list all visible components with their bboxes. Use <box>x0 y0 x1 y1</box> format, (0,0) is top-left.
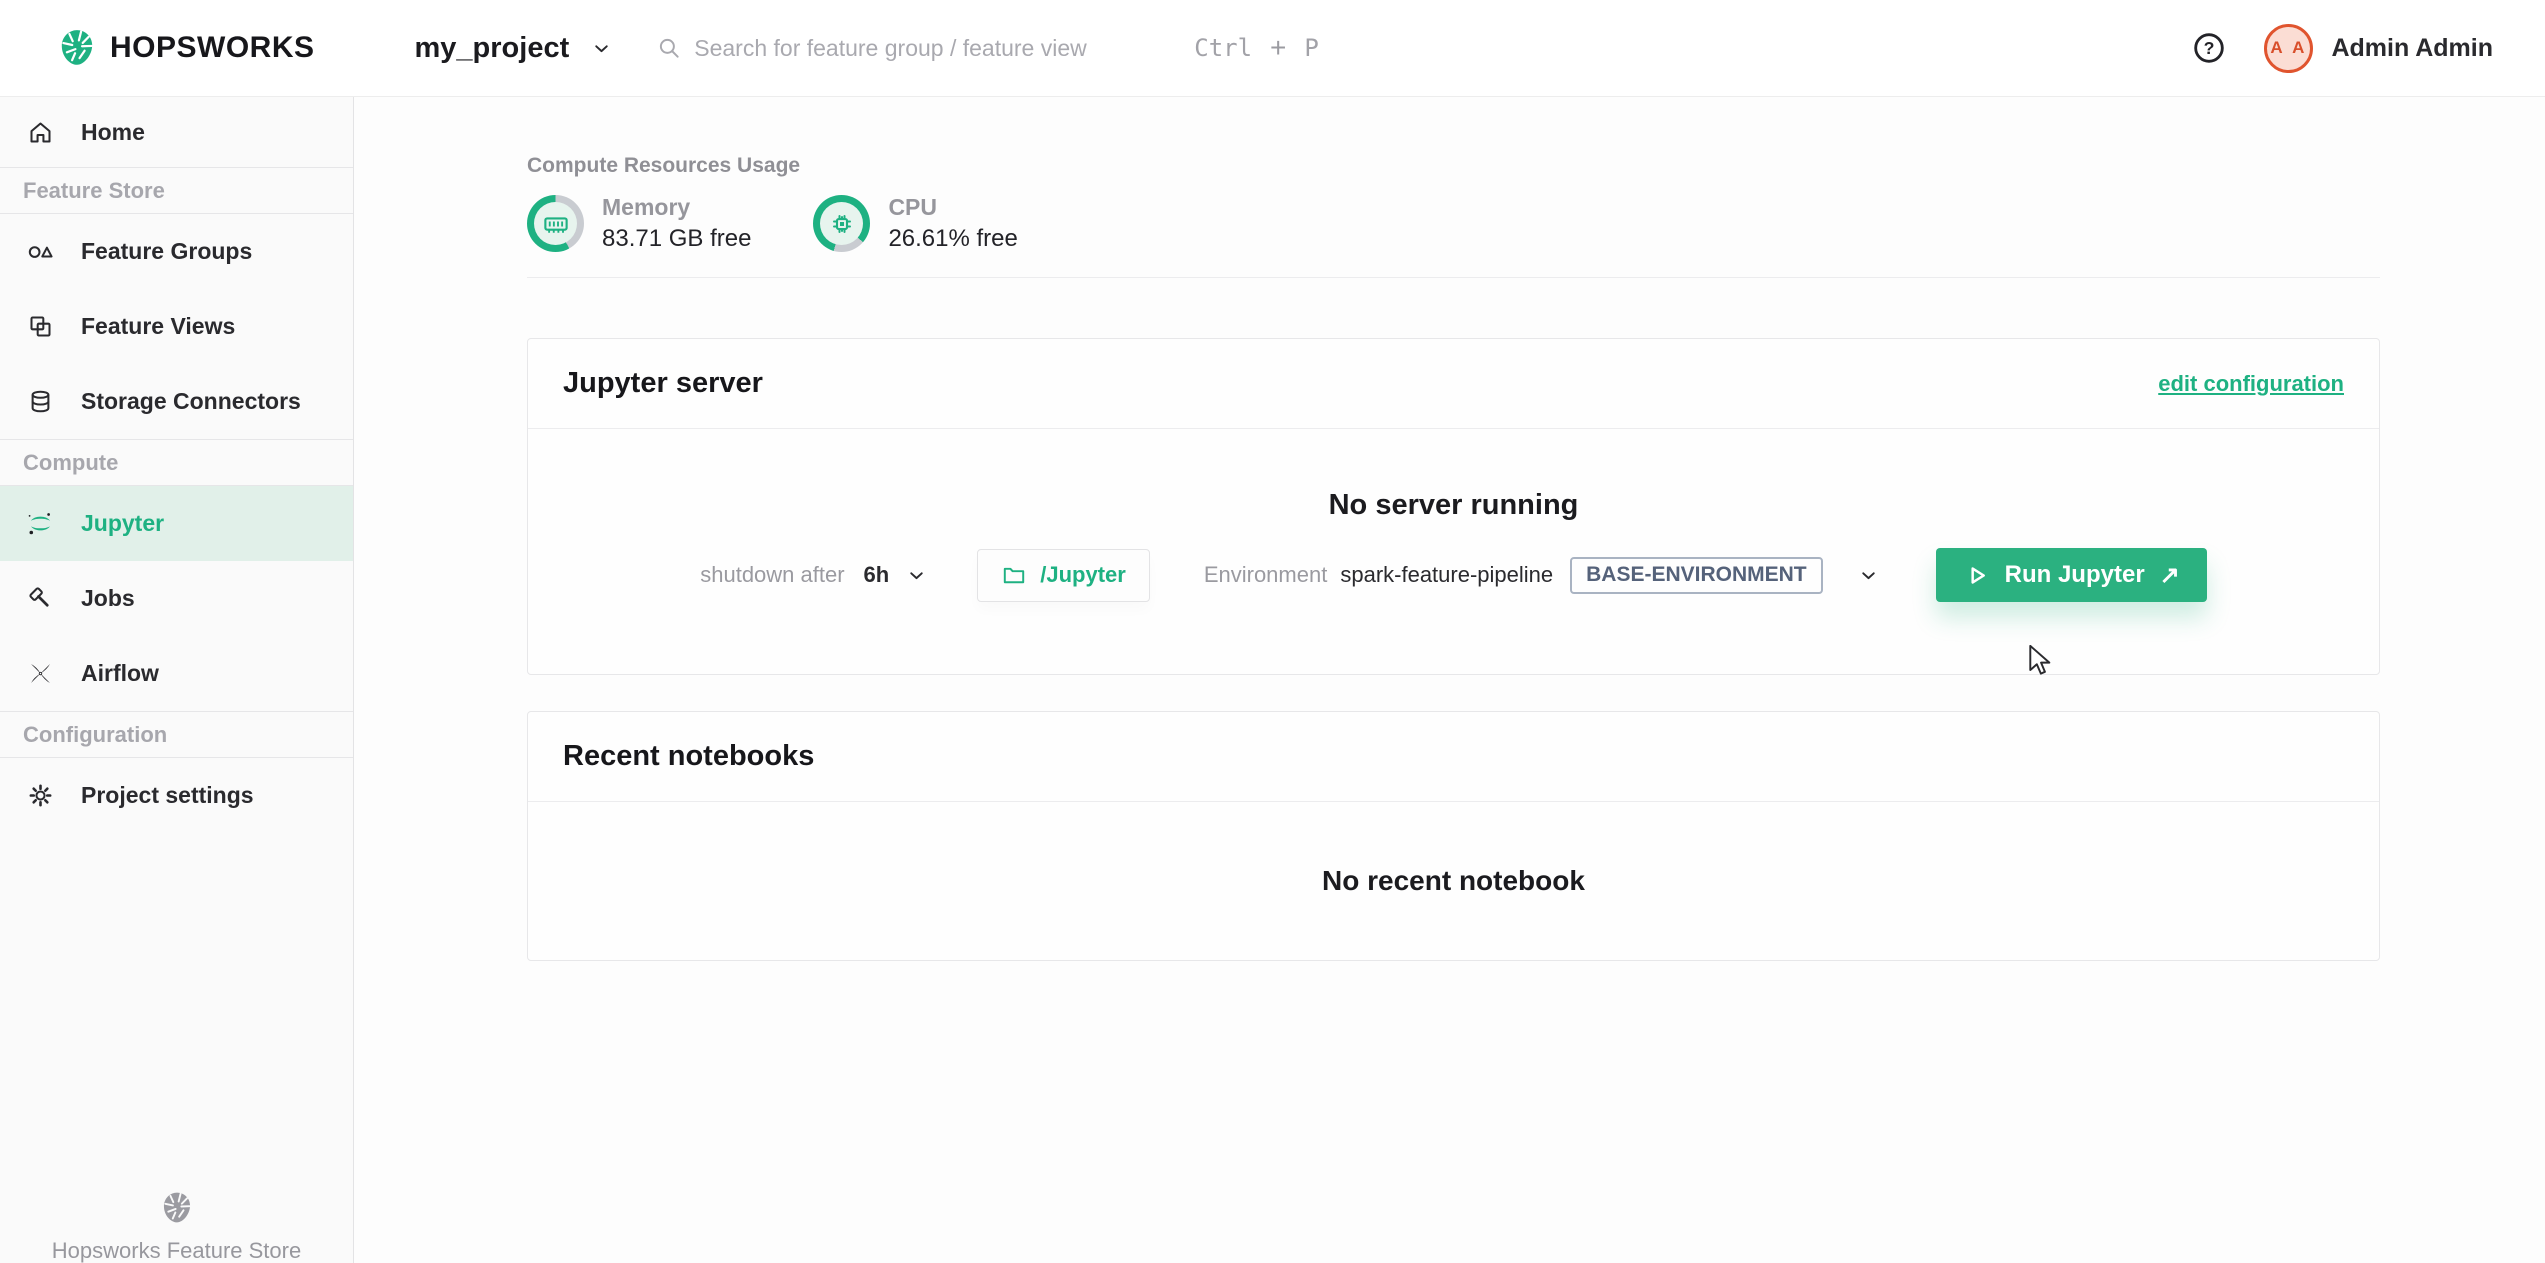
help-icon[interactable]: ? <box>2192 31 2226 65</box>
memory-icon <box>543 216 568 233</box>
topbar-right: ? A A Admin Admin <box>2192 23 2493 73</box>
footer-product-name: Hopsworks Feature Store <box>51 1238 302 1263</box>
external-arrow-icon: ↗ <box>2159 561 2180 589</box>
cpu-icon <box>832 214 851 233</box>
environment-chevron-icon[interactable] <box>1858 565 1879 586</box>
feature-views-icon <box>30 316 51 337</box>
sidebar-footer: Hopsworks Feature Store 4.0.0-SNAPSHOT <box>0 1191 353 1263</box>
environment-badge[interactable]: BASE-ENVIRONMENT <box>1570 556 1823 594</box>
sidebar-item-label: Home <box>81 118 145 145</box>
topbar: HOPSWORKS my_project Ctrl + P ? A A Admi… <box>0 0 2545 97</box>
memory-value: 83.71 GB free <box>602 225 752 252</box>
project-selector[interactable]: my_project <box>415 32 613 65</box>
home-icon <box>30 121 51 143</box>
sidebar-item-label: Jupyter <box>81 510 165 536</box>
svg-text:?: ? <box>2204 38 2215 58</box>
cpu-usage-ring <box>813 195 871 252</box>
shutdown-chevron-icon[interactable] <box>906 565 927 586</box>
run-jupyter-button[interactable]: Run Jupyter ↗ <box>1935 548 2207 602</box>
jupyter-controls: shutdown after 6h /Jupyter Environment s… <box>528 548 2379 602</box>
search-icon <box>660 38 679 58</box>
jobs-icon <box>29 587 49 607</box>
shutdown-value[interactable]: 6h <box>864 562 890 588</box>
jupyter-card-title: Jupyter server <box>563 367 763 399</box>
chevron-down-icon <box>595 44 608 52</box>
avatar-initials: A A <box>2270 38 2308 57</box>
play-icon <box>1971 566 1985 584</box>
airflow-icon <box>31 664 50 683</box>
jupyter-icon <box>28 513 50 535</box>
main-content: Compute Resources Usage Memory 83.71 GB … <box>354 97 2545 1263</box>
sidebar-section-compute: Compute <box>0 439 353 486</box>
server-status: No server running <box>1328 489 1579 521</box>
cpu-stat: CPU 26.61% free <box>813 194 1018 253</box>
sidebar-item-jupyter[interactable]: Jupyter <box>0 486 353 561</box>
folder-icon <box>1004 567 1025 584</box>
sidebar-item-label: Storage Connectors <box>81 388 301 414</box>
run-jupyter-label: Run Jupyter <box>2004 561 2145 588</box>
resources-title: Compute Resources Usage <box>527 154 801 177</box>
section-label: Configuration <box>23 721 168 747</box>
environment-value: spark-feature-pipeline <box>1340 562 1554 587</box>
resources-divider <box>527 277 2380 278</box>
project-name: my_project <box>414 31 570 64</box>
brand-text: HOPSWORKS <box>110 31 315 64</box>
memory-usage-ring <box>527 195 584 252</box>
sidebar-item-home[interactable]: Home <box>0 97 353 167</box>
section-label: Compute <box>23 449 119 475</box>
jupyter-card-body: No server running shutdown after 6h /Jup… <box>528 429 2379 674</box>
sidebar-item-label: Feature Views <box>81 313 236 339</box>
notebooks-card-title: Recent notebooks <box>563 740 815 772</box>
memory-label: Memory <box>602 194 691 220</box>
notebooks-card-header: Recent notebooks <box>528 712 2379 802</box>
notebooks-empty-message: No recent notebook <box>1322 865 1585 896</box>
environment-label: Environment <box>1203 562 1328 587</box>
sidebar-item-label: Feature Groups <box>81 238 253 264</box>
sidebar-item-label: Jobs <box>81 585 135 611</box>
sidebar-item-project-settings[interactable]: Project settings <box>0 758 353 833</box>
section-label: Feature Store <box>23 177 165 203</box>
sidebar-section-configuration: Configuration <box>0 711 353 758</box>
recent-notebooks-card: Recent notebooks No recent notebook <box>527 711 2380 961</box>
cpu-value: 26.61% free <box>888 225 1018 252</box>
notebooks-card-body: No recent notebook <box>528 802 2379 960</box>
edit-configuration-link[interactable]: edit configuration <box>2158 371 2344 397</box>
sidebar-item-feature-groups[interactable]: Feature Groups <box>0 214 353 289</box>
sidebar-item-airflow[interactable]: Airflow <box>0 636 353 711</box>
cpu-label: CPU <box>888 194 937 220</box>
shortcut-plus: + <box>1270 32 1287 63</box>
jupyter-folder-button[interactable]: /Jupyter <box>977 548 1150 602</box>
sidebar-item-label: Project settings <box>81 782 254 808</box>
jupyter-card-header: Jupyter server edit configuration <box>528 339 2379 429</box>
memory-stat: Memory 83.71 GB free <box>527 194 751 253</box>
sidebar-item-label: Airflow <box>81 660 159 686</box>
feature-groups-icon <box>28 246 53 258</box>
hopsworks-logo[interactable]: HOPSWORKS <box>58 28 315 68</box>
sidebar-item-jobs[interactable]: Jobs <box>0 561 353 636</box>
global-search <box>656 34 1125 62</box>
mouse-cursor <box>2029 645 2051 675</box>
search-shortcut-hint: Ctrl + P <box>1194 32 1319 64</box>
sidebar: Home Feature Store Feature Groups Featur… <box>0 97 354 1263</box>
hopsworks-logo-icon <box>61 30 93 65</box>
sidebar-section-feature-store: Feature Store <box>0 167 353 214</box>
shortcut-mod: Ctrl <box>1194 34 1253 62</box>
storage-connectors-icon <box>31 390 50 413</box>
sidebar-item-storage-connectors[interactable]: Storage Connectors <box>0 364 353 439</box>
resources-row: Memory 83.71 GB free CPU 26.61% free <box>527 194 2545 253</box>
jupyter-server-card: Jupyter server edit configuration No ser… <box>527 338 2380 675</box>
user-name: Admin Admin <box>2331 33 2493 62</box>
shortcut-key: P <box>1304 34 1319 62</box>
folder-path: /Jupyter <box>1040 562 1126 587</box>
sidebar-item-feature-views[interactable]: Feature Views <box>0 289 353 364</box>
shutdown-after-label: shutdown after <box>700 562 845 587</box>
footer-logo-icon <box>163 1192 191 1223</box>
avatar[interactable]: A A <box>2264 23 2314 73</box>
gear-icon <box>29 784 52 807</box>
search-input[interactable] <box>694 34 1125 62</box>
